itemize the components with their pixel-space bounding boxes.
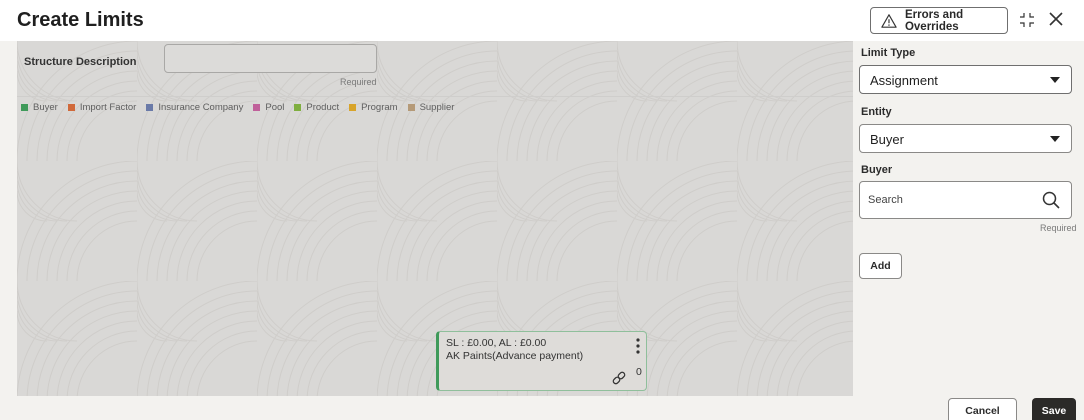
warning-triangle-icon (881, 13, 897, 28)
caret-down-icon (1050, 77, 1060, 83)
caret-down-icon (1050, 136, 1060, 142)
node-link-count: 0 (636, 366, 642, 378)
limit-type-value: Assignment (870, 73, 938, 88)
more-vertical-icon[interactable] (635, 337, 641, 355)
legend-label: Import Factor (79, 102, 137, 113)
legend-swatch (253, 104, 261, 111)
node-limits-text: SL : £0.00, AL : £0.00 (446, 337, 547, 349)
legend-item: Import Factor (67, 102, 137, 113)
legend-label: Product (306, 102, 340, 113)
legend-swatch (294, 104, 302, 111)
limit-structure-canvas[interactable]: Structure Description Required Buyer Impo… (17, 41, 853, 396)
legend-item: Buyer (21, 102, 58, 113)
node-name-text: AK Paints(Advance payment) (446, 350, 584, 362)
entity-select[interactable]: Buyer (859, 124, 1072, 153)
limit-type-label: Limit Type (861, 47, 916, 59)
buyer-label: Buyer (861, 164, 893, 176)
legend-swatch (407, 104, 415, 111)
add-button[interactable]: Add (859, 253, 902, 279)
structure-description-label: Structure Description (24, 56, 137, 68)
close-icon[interactable] (1047, 10, 1065, 28)
structure-description-input[interactable] (164, 44, 377, 73)
errors-and-overrides-label: Errors and Overrides (904, 8, 964, 33)
legend-label: Insurance Company (158, 102, 244, 113)
limit-type-select[interactable]: Assignment (859, 65, 1072, 94)
entity-legend: Buyer Import Factor Insurance Company Pool P… (21, 102, 464, 113)
legend-item: Supplier (407, 102, 455, 113)
legend-item: Product (294, 102, 339, 113)
buyer-search-input[interactable] (868, 191, 1028, 209)
structure-description-required: Required (340, 77, 377, 87)
structure-description-row: Structure Description Required (17, 41, 853, 97)
legend-label: Program (361, 102, 398, 113)
entity-label: Entity (861, 106, 892, 118)
legend-label: Buyer (33, 102, 58, 113)
entity-value: Buyer (870, 132, 904, 147)
limit-form-panel: Limit Type Assignment Entity Buyer Buyer… (853, 41, 1084, 420)
compress-icon[interactable] (1019, 12, 1035, 28)
cancel-button[interactable]: Cancel (948, 398, 1017, 420)
limit-node-card[interactable]: SL : £0.00, AL : £0.00 AK Paints(Advance… (436, 331, 647, 391)
errors-and-overrides-button[interactable]: Errors and Overrides (870, 7, 1008, 34)
legend-item: Program (349, 102, 398, 113)
header-bar: Create Limits Errors and Overrides (0, 0, 1084, 41)
link-icon[interactable] (611, 370, 627, 386)
buyer-search-field[interactable] (859, 181, 1072, 219)
legend-swatch (146, 104, 154, 111)
legend-item: Insurance Company (146, 102, 243, 113)
legend-label: Supplier (419, 102, 455, 113)
legend-swatch (349, 104, 357, 111)
save-button[interactable]: Save (1032, 398, 1076, 420)
legend-label: Pool (265, 102, 285, 113)
buyer-required-text: Required (1040, 223, 1077, 233)
legend-swatch (21, 104, 28, 111)
search-icon[interactable] (1042, 191, 1060, 209)
legend-swatch (67, 104, 75, 111)
page-title: Create Limits (17, 9, 144, 31)
legend-item: Pool (253, 102, 284, 113)
